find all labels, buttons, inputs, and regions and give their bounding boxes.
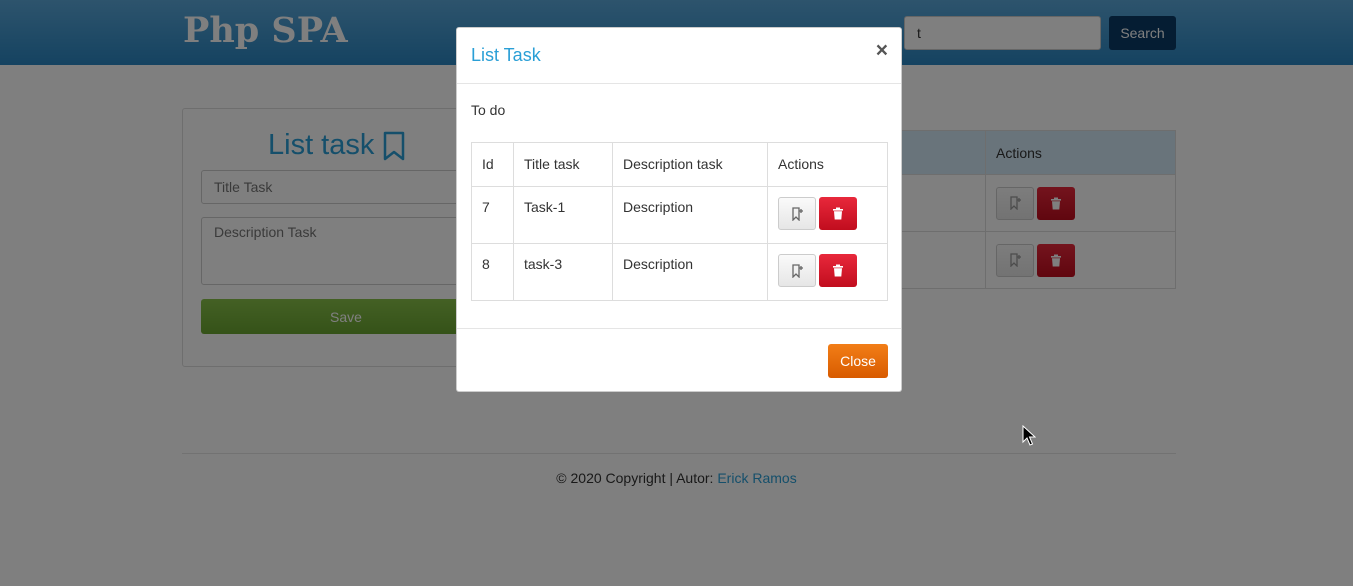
table-row: 8 task-3 Description bbox=[471, 243, 888, 301]
mark-done-button[interactable] bbox=[778, 197, 816, 230]
header-id: Id bbox=[471, 142, 514, 187]
delete-button[interactable] bbox=[819, 197, 857, 230]
header-description: Description task bbox=[612, 142, 768, 187]
modal-task-table: Id Title task Description task Actions 7… bbox=[471, 142, 888, 301]
trash-icon bbox=[833, 207, 843, 220]
cell-actions bbox=[767, 243, 888, 301]
header-actions: Actions bbox=[767, 142, 888, 187]
modal-subtitle: To do bbox=[471, 102, 506, 118]
mouse-cursor-icon bbox=[1022, 425, 1036, 446]
cell-actions bbox=[767, 186, 888, 244]
modal-close-icon[interactable]: × bbox=[876, 40, 888, 61]
cell-title: task-3 bbox=[513, 243, 613, 301]
table-row: 7 Task-1 Description bbox=[471, 186, 888, 244]
list-task-modal: List Task × To do Id Title task Descript… bbox=[456, 27, 902, 392]
modal-title: List Task bbox=[471, 45, 541, 65]
cell-title: Task-1 bbox=[513, 186, 613, 244]
modal-table-header-row: Id Title task Description task Actions bbox=[471, 142, 888, 187]
header-title: Title task bbox=[513, 142, 613, 187]
delete-button[interactable] bbox=[819, 254, 857, 287]
cell-description: Description bbox=[612, 243, 768, 301]
modal-header: List Task × bbox=[457, 28, 901, 84]
bookmark-add-icon bbox=[792, 206, 803, 221]
modal-footer: Close bbox=[457, 328, 901, 392]
cell-id: 8 bbox=[471, 243, 514, 301]
bookmark-add-icon bbox=[792, 263, 803, 278]
trash-icon bbox=[833, 264, 843, 277]
cell-id: 7 bbox=[471, 186, 514, 244]
close-button[interactable]: Close bbox=[828, 344, 888, 378]
cell-description: Description bbox=[612, 186, 768, 244]
mark-done-button[interactable] bbox=[778, 254, 816, 287]
